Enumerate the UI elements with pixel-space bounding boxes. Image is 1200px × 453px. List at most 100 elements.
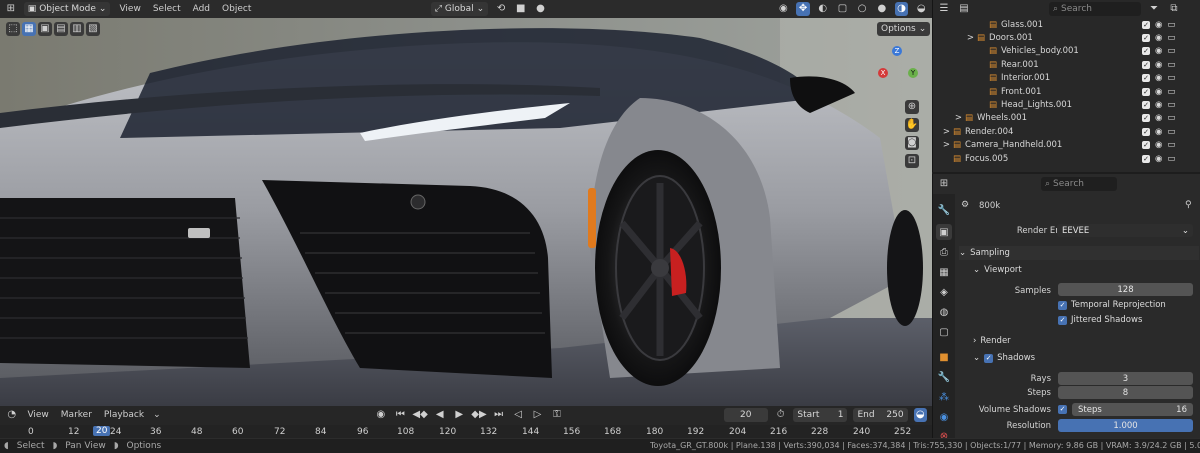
current-frame-field[interactable]: 20 [723, 408, 768, 422]
render-subpanel-header[interactable]: › Render [973, 334, 1011, 348]
gizmo-z-axis[interactable]: Z [892, 46, 902, 56]
exclude-checkbox[interactable]: ✓ [1142, 74, 1150, 83]
zoom-icon[interactable]: ⊕ [905, 100, 919, 114]
exclude-checkbox[interactable]: ✓ [1142, 101, 1150, 110]
outliner-row[interactable]: ▤ Front.001 ✓ ◉ ▭ [933, 85, 1200, 98]
tool-tab-icon[interactable]: 🔧 [936, 202, 952, 218]
jump-start-icon[interactable]: ⏮ [394, 408, 407, 422]
render-tab-icon[interactable]: ▣ [936, 224, 952, 240]
next-keyframe-icon[interactable]: ◆▶ [471, 408, 486, 422]
outliner-row[interactable]: ▤ Interior.001 ✓ ◉ ▭ [933, 72, 1200, 85]
menu-view[interactable]: View [116, 4, 143, 14]
shading-rendered-icon[interactable]: ◒ [914, 2, 928, 16]
scene-tab-icon[interactable]: ◈ [936, 284, 952, 300]
visibility-icon[interactable]: ◉ [776, 2, 790, 16]
expand-arrow-icon[interactable]: > [933, 113, 965, 123]
pin-icon[interactable]: ⚲ [1185, 200, 1192, 210]
exclude-checkbox[interactable]: ✓ [1142, 20, 1150, 29]
eye-icon[interactable]: ◉ [1155, 20, 1162, 30]
keying-icon[interactable]: ⚿ [550, 408, 563, 422]
eye-icon[interactable]: ◉ [1155, 127, 1162, 137]
render-camera-icon[interactable]: ▭ [1167, 140, 1175, 150]
sync-icon[interactable]: ◒ [913, 408, 927, 422]
exclude-checkbox[interactable]: ✓ [1142, 47, 1150, 56]
render-camera-icon[interactable]: ▭ [1167, 87, 1175, 97]
jump-end-icon[interactable]: ⏭ [492, 408, 505, 422]
object-tab-icon[interactable]: ■ [936, 349, 952, 365]
render-camera-icon[interactable]: ▭ [1167, 127, 1175, 137]
eye-icon[interactable]: ◉ [1155, 33, 1162, 43]
outliner-row[interactable]: ▤ Focus.005 ✓ ◉ ▭ [933, 152, 1200, 165]
render-engine-dropdown[interactable]: EEVEE ⌄ [1057, 224, 1193, 237]
expand-arrow-icon[interactable]: > [933, 140, 953, 150]
3d-viewport[interactable]: ⬚ ▦ ▣ ▤ ▥ ▧ Options ⌄ Z X Y ⊕ ✋ ◙ ⊡ [0, 18, 932, 406]
eye-icon[interactable]: ◉ [1155, 87, 1162, 97]
expand-arrow-icon[interactable]: > [933, 33, 977, 43]
camera-icon[interactable]: ◙ [905, 136, 919, 150]
exclude-checkbox[interactable]: ✓ [1142, 87, 1150, 96]
gizmo-toggle-icon[interactable]: ✥ [796, 2, 810, 16]
timeline-menu-view[interactable]: View [24, 410, 51, 420]
shading-wireframe-icon[interactable]: ○ [855, 2, 869, 16]
stopwatch-icon[interactable]: ⏱ [774, 408, 787, 422]
rays-field[interactable]: 3 [1058, 372, 1193, 385]
prev-marker-icon[interactable]: ◁ [511, 408, 524, 422]
samples-field[interactable]: 128 [1058, 283, 1193, 296]
play-reverse-icon[interactable]: ◀ [433, 408, 446, 422]
jittered-shadows-checkbox[interactable]: ✓ Jittered Shadows [1058, 313, 1142, 327]
playhead-frame[interactable]: 20 [93, 426, 111, 436]
gizmo-x-axis[interactable]: X [878, 68, 888, 78]
render-camera-icon[interactable]: ▭ [1167, 33, 1175, 43]
volume-steps-field[interactable]: Steps 16 [1072, 403, 1193, 416]
record-icon[interactable]: ◉ [374, 408, 387, 422]
lock-icon[interactable]: ⊡ [905, 154, 919, 168]
mode-dropdown[interactable]: ▣ Object Mode ⌄ [23, 2, 111, 16]
resolution-field[interactable]: 1.000 [1058, 419, 1193, 432]
modifier-tab-icon[interactable]: 🔧 [936, 369, 952, 385]
render-camera-icon[interactable]: ▭ [1167, 20, 1175, 30]
select-intersect-icon[interactable]: ▧ [86, 22, 100, 36]
editor-type-icon[interactable]: ⊞ [4, 2, 18, 16]
eye-icon[interactable]: ◉ [1155, 60, 1162, 70]
exclude-checkbox[interactable]: ✓ [1142, 127, 1150, 136]
transform-orientation-dropdown[interactable]: ⤢ Global ⌄ [430, 2, 489, 16]
options-dropdown[interactable]: Options ⌄ [877, 22, 931, 36]
steps-field[interactable]: 8 [1058, 386, 1193, 399]
select-subtract-icon[interactable]: ▤ [54, 22, 68, 36]
exclude-checkbox[interactable]: ✓ [1142, 114, 1150, 123]
exclude-checkbox[interactable]: ✓ [1142, 60, 1150, 69]
select-extend-icon[interactable]: ▣ [38, 22, 52, 36]
outliner-row[interactable]: ▤ Head_Lights.001 ✓ ◉ ▭ [933, 98, 1200, 111]
view-layer-tab-icon[interactable]: ▦ [936, 264, 952, 280]
clock-icon[interactable]: ◔ [5, 408, 18, 422]
eye-icon[interactable]: ◉ [1155, 46, 1162, 56]
expand-arrow-icon[interactable]: > [933, 127, 953, 137]
outliner-row[interactable]: > ▤ Wheels.001 ✓ ◉ ▭ [933, 112, 1200, 125]
outliner-row[interactable]: ▤ Vehicles_body.001 ✓ ◉ ▭ [933, 45, 1200, 58]
render-camera-icon[interactable]: ▭ [1167, 46, 1175, 56]
filter-icon[interactable]: ⏷ [1147, 2, 1161, 16]
select-invert-icon[interactable]: ▥ [70, 22, 84, 36]
render-camera-icon[interactable]: ▭ [1167, 100, 1175, 110]
exclude-checkbox[interactable]: ✓ [1142, 141, 1150, 150]
proportional-edit-icon[interactable]: ● [534, 2, 548, 16]
play-icon[interactable]: ▶ [453, 408, 466, 422]
exclude-checkbox[interactable]: ✓ [1142, 154, 1150, 163]
collection-tab-icon[interactable]: ▢ [936, 324, 952, 340]
outliner-row[interactable]: > ▤ Camera_Handheld.001 ✓ ◉ ▭ [933, 139, 1200, 152]
particles-tab-icon[interactable]: ⁂ [936, 389, 952, 405]
outliner-row[interactable]: ▤ Rear.001 ✓ ◉ ▭ [933, 58, 1200, 71]
new-collection-icon[interactable]: ⧉ [1167, 2, 1181, 16]
pivot-icon[interactable]: ⟲ [494, 2, 508, 16]
render-camera-icon[interactable]: ▭ [1167, 73, 1175, 83]
render-camera-icon[interactable]: ▭ [1167, 113, 1175, 123]
volume-shadows-checkbox[interactable]: ✓ [1058, 405, 1067, 414]
menu-add[interactable]: Add [190, 4, 213, 14]
eye-icon[interactable]: ◉ [1155, 100, 1162, 110]
viewport-subpanel-header[interactable]: ⌄ Viewport [973, 263, 1022, 277]
eye-icon[interactable]: ◉ [1155, 140, 1162, 150]
xray-icon[interactable]: ▢ [836, 2, 850, 16]
temporal-reprojection-checkbox[interactable]: ✓ Temporal Reprojection [1058, 298, 1166, 312]
eye-icon[interactable]: ◉ [1155, 154, 1162, 164]
display-mode-icon[interactable]: ▤ [957, 2, 971, 16]
